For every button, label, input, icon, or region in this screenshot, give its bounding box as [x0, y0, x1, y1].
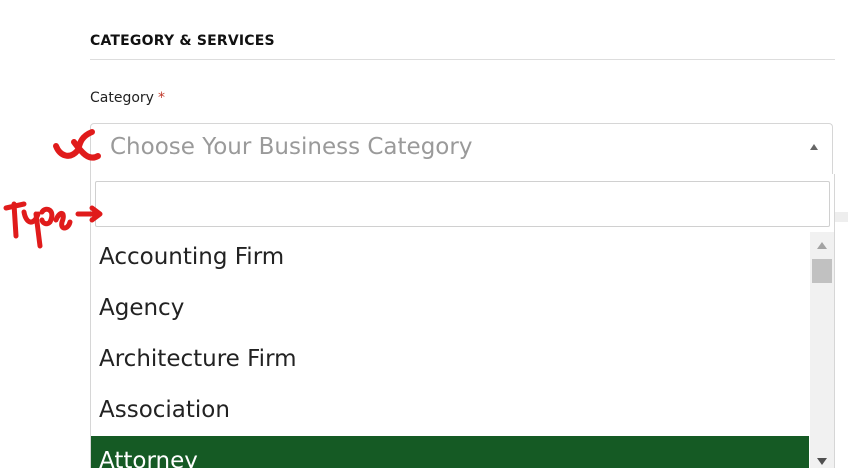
required-asterisk: *: [157, 90, 165, 106]
category-label: Category *: [90, 90, 165, 106]
option-association[interactable]: Association: [91, 385, 809, 436]
option-attorney[interactable]: Attorney: [91, 436, 809, 468]
dropdown-search-wrapper: [91, 174, 834, 229]
dropdown-search-input[interactable]: [95, 181, 830, 227]
category-select[interactable]: Choose Your Business Category: [90, 123, 833, 174]
chevron-up-icon: [810, 144, 818, 150]
category-dropdown: Accounting Firm Agency Architecture Firm…: [90, 174, 835, 468]
page: CATEGORY & SERVICES Category * Choose You…: [0, 0, 848, 468]
option-architecture-firm[interactable]: Architecture Firm: [91, 334, 809, 385]
category-select-placeholder: Choose Your Business Category: [110, 134, 473, 160]
scroll-thumb[interactable]: [812, 259, 832, 283]
category-label-text: Category: [90, 90, 154, 106]
option-agency[interactable]: Agency: [91, 283, 809, 334]
options-list: Accounting Firm Agency Architecture Firm…: [91, 232, 809, 468]
background-divider: [835, 212, 848, 222]
option-accounting-firm[interactable]: Accounting Firm: [91, 232, 809, 283]
section-divider: [90, 59, 835, 60]
options-scrollbar[interactable]: [810, 232, 834, 468]
section-title: CATEGORY & SERVICES: [90, 33, 275, 49]
scroll-down-arrow-icon[interactable]: [817, 458, 827, 465]
handwritten-type-scribble-icon: [3, 201, 73, 249]
scroll-up-arrow-icon[interactable]: [817, 242, 827, 249]
